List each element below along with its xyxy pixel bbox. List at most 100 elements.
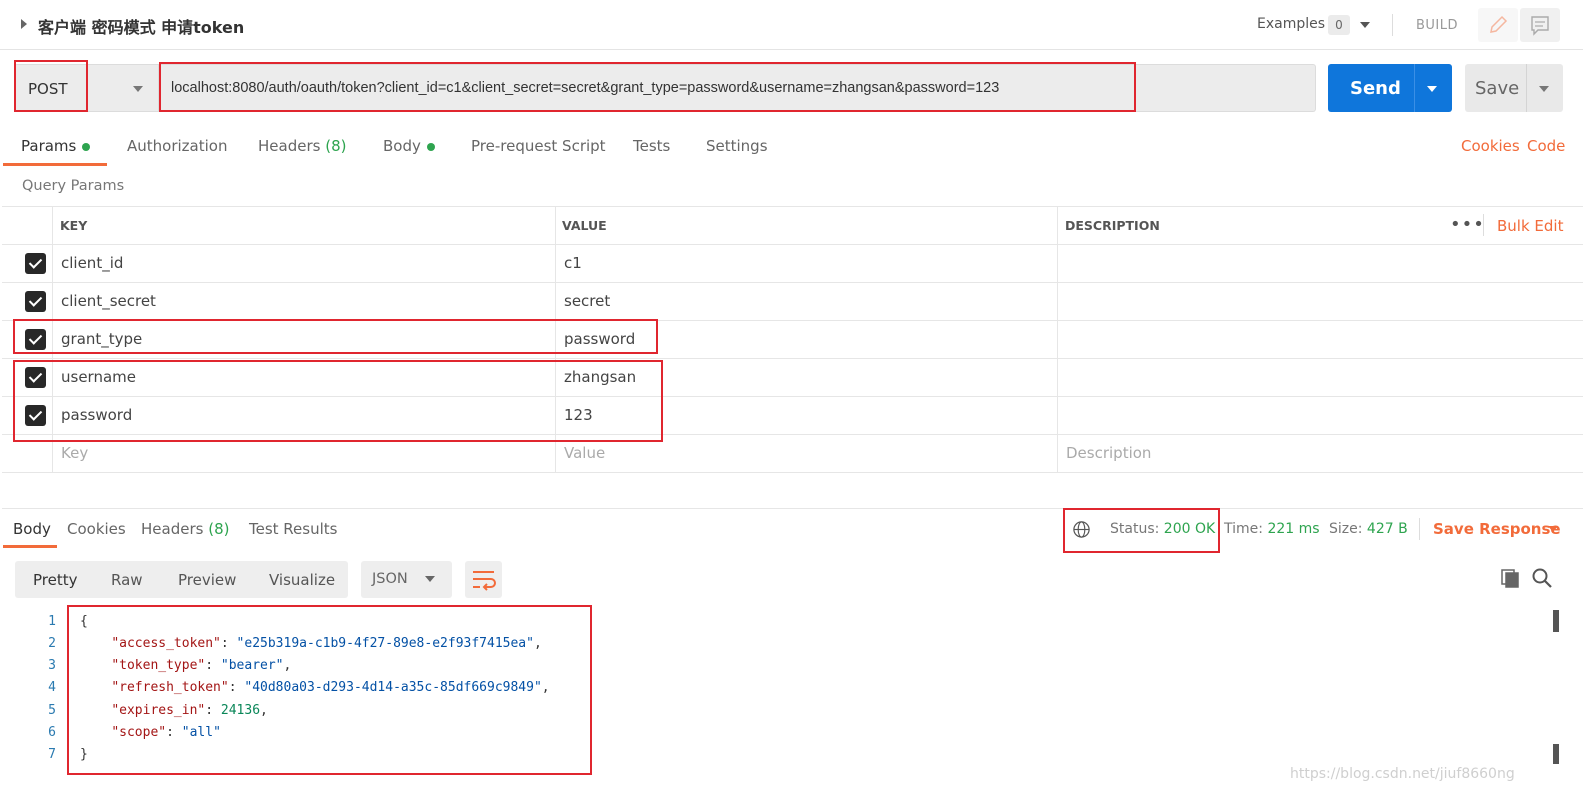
param-key[interactable]: password [61,406,132,424]
globe-icon[interactable] [1072,520,1091,539]
table-border [2,472,1583,473]
param-value[interactable]: c1 [564,254,582,272]
response-tab-headers[interactable]: Headers (8) [141,520,229,538]
more-options-icon[interactable]: ••• [1450,214,1485,235]
json-key: "expires_in" [111,703,206,718]
new-value-input[interactable]: Value [564,444,605,462]
row-checkbox[interactable] [25,367,46,388]
column-header-value: VALUE [562,218,607,233]
table-border [2,396,1583,397]
param-key[interactable]: grant_type [61,330,142,348]
send-options-icon[interactable] [1427,86,1437,92]
row-checkbox[interactable] [25,253,46,274]
code-link[interactable]: Code [1527,137,1565,155]
param-key[interactable]: username [61,368,136,386]
param-key[interactable]: client_secret [61,292,156,310]
param-key[interactable]: client_id [61,254,123,272]
size-value: 427 B [1366,521,1408,537]
response-tab-headers-label: Headers [141,520,204,538]
tab-tests[interactable]: Tests [633,137,670,155]
status-divider [1419,518,1420,540]
edit-button[interactable] [1478,8,1518,42]
save-divider [1526,64,1527,112]
view-raw-button[interactable]: Raw [111,571,143,589]
chevron-down-icon [425,576,435,582]
collapse-caret-icon[interactable] [21,19,27,29]
json-key: "token_type" [111,658,206,673]
watermark-text: https://blog.csdn.net/jiuf8660ng [1290,766,1515,782]
param-value[interactable]: zhangsan [564,368,636,386]
examples-dropdown-icon[interactable] [1360,22,1370,28]
url-value: localhost:8080/auth/oauth/token?client_i… [171,80,1000,96]
line-number: 6 [48,725,56,740]
row-checkbox[interactable] [25,405,46,426]
code-line: "scope": "all" [111,725,221,740]
table-border [52,206,53,472]
table-border [2,320,1583,321]
examples-label[interactable]: Examples [1257,16,1325,32]
tab-authorization[interactable]: Authorization [127,137,227,155]
row-checkbox[interactable] [25,291,46,312]
comments-button[interactable] [1520,8,1560,42]
param-value[interactable]: secret [564,292,610,310]
wrap-lines-button[interactable] [465,561,502,598]
request-title[interactable]: 客户端 密码模式 申请token [38,14,244,38]
response-tab-cookies[interactable]: Cookies [67,520,126,538]
line-number: 4 [48,680,56,695]
save-label: Save [1475,78,1520,99]
bulk-edit-link[interactable]: Bulk Edit [1497,217,1563,235]
scrollbar-marker[interactable] [1553,610,1559,632]
line-number: 3 [48,658,56,673]
save-options-icon[interactable] [1539,86,1549,92]
status-readout: Status: 200 OK [1110,521,1215,537]
tab-headers[interactable]: Headers (8) [258,137,346,155]
build-mode-label[interactable]: BUILD [1416,18,1458,33]
table-border [1057,206,1058,472]
line-number: 2 [48,636,56,651]
save-response-dropdown-icon[interactable] [1548,526,1558,532]
view-visualize-button[interactable]: Visualize [269,571,335,589]
time-readout[interactable]: Time: 221 ms [1224,521,1320,537]
comment-icon [1531,16,1549,36]
response-tab-headers-count: (8) [208,520,230,538]
chevron-down-icon [133,86,143,92]
view-preview-button[interactable]: Preview [178,571,236,589]
new-description-input[interactable]: Description [1066,444,1151,462]
tab-prerequest-script[interactable]: Pre-request Script [471,137,606,155]
body-active-dot [426,142,435,151]
code-line: { [80,614,88,629]
wrap-lines-icon [473,571,496,591]
json-key: "refresh_token" [111,680,229,695]
cookies-link[interactable]: Cookies [1461,137,1520,155]
code-line: "expires_in": 24136, [111,703,268,718]
line-number: 5 [48,703,56,718]
status-value: 200 OK [1163,521,1216,537]
tab-body[interactable]: Body [383,137,435,155]
scrollbar-marker[interactable] [1553,744,1559,764]
line-number: 7 [48,747,56,762]
json-value: "e25b319a-c1b9-4f27-89e8-e2f93f7415ea" [236,636,534,651]
response-tab-body[interactable]: Body [13,520,51,538]
row-checkbox[interactable] [25,329,46,350]
view-pretty-button[interactable]: Pretty [33,571,78,589]
tab-body-label: Body [383,137,421,155]
examples-count-badge: 0 [1328,15,1350,35]
tab-settings[interactable]: Settings [706,137,768,155]
time-label: Time: [1224,521,1263,537]
send-label: Send [1350,78,1401,99]
json-value: "all" [181,725,221,740]
tab-params[interactable]: Params [21,137,91,155]
table-border [555,206,556,472]
new-key-input[interactable]: Key [61,444,88,462]
size-readout[interactable]: Size: 427 B [1329,521,1408,537]
json-value: "bearer" [220,658,284,673]
params-active-dot [82,142,91,151]
response-tab-test-results[interactable]: Test Results [249,520,337,538]
param-value[interactable]: 123 [564,406,593,424]
method-value: POST [28,80,68,98]
copy-icon[interactable] [1499,567,1521,589]
search-icon[interactable] [1531,567,1553,589]
json-value: "40d80a03-d293-4d14-a35c-85df669c9849" [244,680,542,695]
save-response-button[interactable]: Save Response [1433,520,1561,538]
param-value[interactable]: password [564,330,635,348]
